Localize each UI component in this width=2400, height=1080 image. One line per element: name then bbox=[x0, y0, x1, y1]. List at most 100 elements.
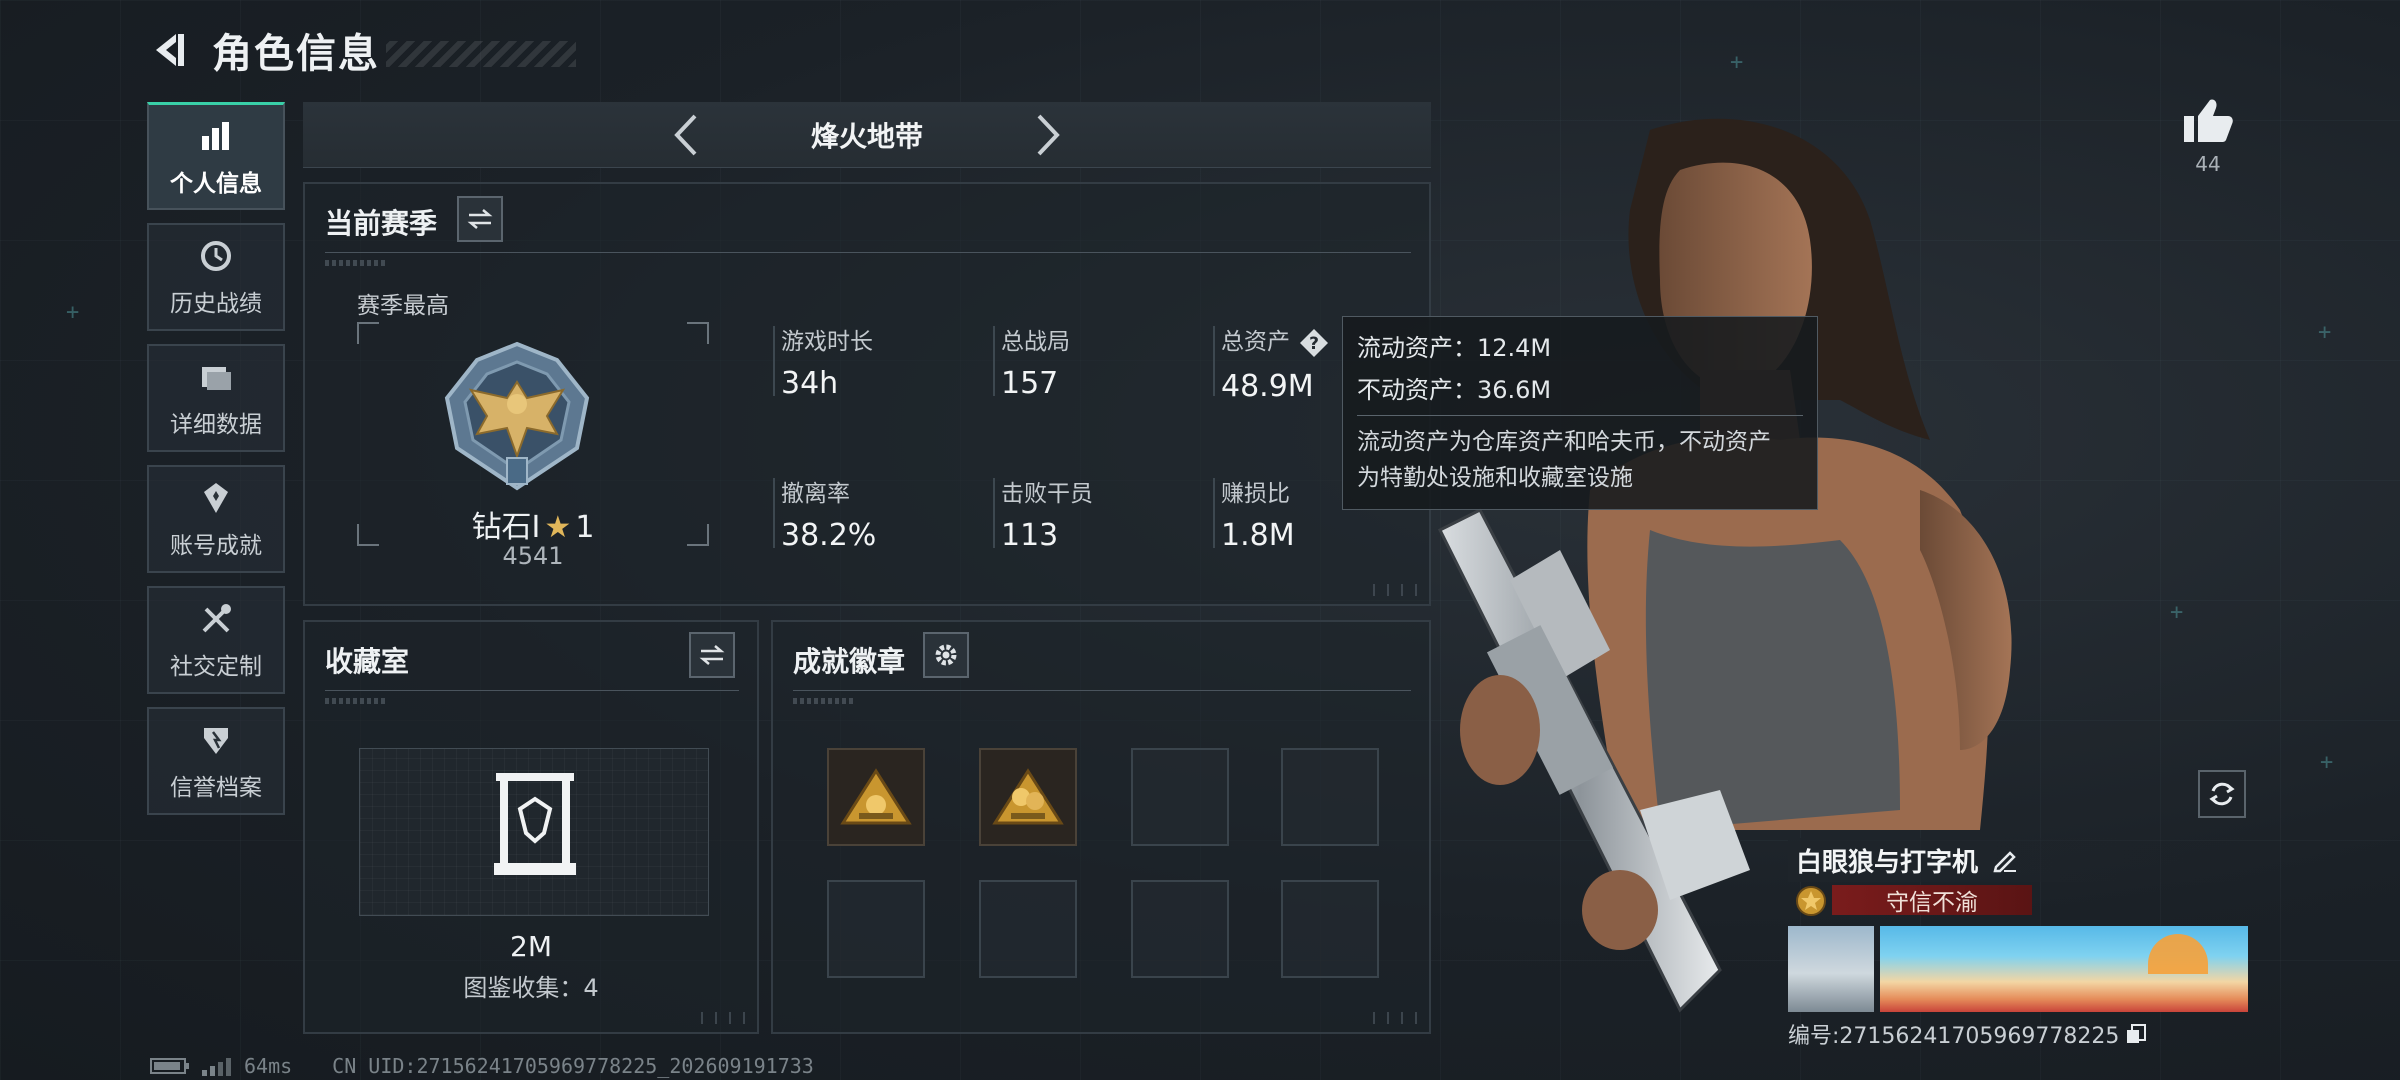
switch-collection-button[interactable] bbox=[689, 632, 735, 678]
nav-label: 历史战绩 bbox=[170, 291, 262, 317]
folder-icon bbox=[196, 357, 236, 397]
badge-slot-empty[interactable] bbox=[1281, 748, 1379, 846]
avatar[interactable] bbox=[1788, 926, 1874, 1012]
badge-slot-empty[interactable] bbox=[1131, 880, 1229, 978]
plus-decoration: + bbox=[2170, 600, 2184, 625]
stat-total-matches: 总战局 157 bbox=[993, 322, 1201, 401]
swap-icon bbox=[699, 645, 725, 665]
rank-name: 钻石Ⅰ ★ 1 bbox=[357, 502, 709, 546]
achievement-badges-panel: 成就徽章 bbox=[771, 620, 1431, 1034]
panel-title: 当前赛季 bbox=[325, 207, 438, 240]
nav-item-history[interactable]: 历史战绩 bbox=[147, 223, 285, 331]
refresh-icon bbox=[2209, 782, 2235, 806]
stat-operators-defeated: 击败干员 113 bbox=[993, 474, 1201, 553]
banner-decoration bbox=[2148, 934, 2208, 974]
page-title: 角色信息 bbox=[212, 31, 380, 77]
tools-icon bbox=[196, 599, 236, 639]
stat-value: 38.2% bbox=[781, 518, 877, 553]
profile-card-images bbox=[1788, 926, 2248, 1012]
title-stripe-decoration bbox=[386, 41, 576, 67]
nav-label: 社交定制 bbox=[170, 654, 262, 680]
player-card: 白眼狼与打字机 守信不渝 编号:2715624170596977822​5 bbox=[1788, 838, 2248, 1049]
corner-decoration bbox=[1369, 584, 1417, 596]
stat-label: 撤离率 bbox=[781, 481, 850, 507]
panel-title: 收藏室 bbox=[325, 645, 410, 678]
divider bbox=[793, 690, 1411, 691]
gear-icon bbox=[935, 644, 957, 666]
page-header: 角色信息 bbox=[146, 20, 576, 80]
plus-decoration: + bbox=[66, 300, 80, 325]
chevron-left-icon[interactable] bbox=[663, 110, 713, 160]
season-best-label: 赛季最高 bbox=[357, 293, 449, 319]
swap-icon bbox=[467, 209, 493, 229]
stat-label: 总战局 bbox=[1001, 329, 1070, 355]
uid-text: CN UID:2715624170596977822​5_20260919173… bbox=[332, 1054, 814, 1078]
badge-slot-empty[interactable] bbox=[1131, 748, 1229, 846]
refresh-button[interactable] bbox=[2198, 770, 2246, 818]
player-name: 白眼狼与打字机 bbox=[1796, 847, 1979, 878]
stat-label: 击败干员 bbox=[1001, 481, 1093, 507]
edit-icon[interactable] bbox=[1992, 847, 2018, 873]
collection-count: 图鉴收集：4 bbox=[463, 974, 599, 1002]
panel-title: 成就徽章 bbox=[793, 645, 906, 678]
gold-badge-icon bbox=[840, 768, 912, 825]
corner-decoration bbox=[1369, 1012, 1417, 1024]
stat-value: 1.8M bbox=[1221, 518, 1295, 553]
medal-icon bbox=[1796, 886, 1826, 916]
ping-text: 64ms bbox=[244, 1054, 293, 1078]
assets-tooltip: 流动资产：12.4M 不动资产：36.6M 流动资产为仓库资产和哈夫币，不动资产… bbox=[1342, 316, 1818, 510]
back-arrow-icon[interactable] bbox=[146, 28, 190, 72]
nav-item-achievements[interactable]: 账号成就 bbox=[147, 465, 285, 573]
player-id: 编号:2715624170596977822​5 bbox=[1788, 1024, 2120, 1049]
copy-icon[interactable] bbox=[2125, 1023, 2147, 1045]
rank-score: 4541 bbox=[502, 542, 564, 570]
divider bbox=[325, 690, 739, 691]
history-icon bbox=[196, 236, 236, 276]
help-icon[interactable]: ? bbox=[1298, 327, 1330, 359]
like-button[interactable]: 44 bbox=[2180, 96, 2236, 176]
plus-decoration: + bbox=[2318, 320, 2332, 345]
signal-icon bbox=[202, 1058, 231, 1076]
nav-item-reputation[interactable]: 信誉档案 bbox=[147, 707, 285, 815]
nav-item-social[interactable]: 社交定制 bbox=[147, 586, 285, 694]
player-name-row: 白眼狼与打字机 bbox=[1788, 838, 2248, 882]
thumbs-up-icon bbox=[2184, 99, 2233, 142]
nav-label: 账号成就 bbox=[170, 533, 262, 559]
nav-item-personal-info[interactable]: 个人信息 bbox=[147, 102, 285, 210]
badge-slot[interactable] bbox=[979, 748, 1077, 846]
svg-text:?: ? bbox=[1309, 334, 1319, 354]
nav-label: 信誉档案 bbox=[170, 775, 262, 801]
dots-decoration bbox=[325, 698, 385, 704]
stat-label: 游戏时长 bbox=[781, 329, 873, 355]
dots-decoration bbox=[325, 260, 385, 266]
rank-name-text: 钻石Ⅰ bbox=[471, 510, 541, 545]
player-id-row: 编号:2715624170596977822​5 bbox=[1788, 1018, 2248, 1050]
divider bbox=[325, 252, 1411, 253]
stat-extraction-rate: 撤离率 38.2% bbox=[773, 474, 981, 553]
collection-display[interactable] bbox=[359, 748, 709, 916]
switch-season-button[interactable] bbox=[457, 196, 503, 242]
collection-room-panel: 收藏室 2M 图鉴收集：4 bbox=[303, 620, 759, 1034]
badge-slot-empty[interactable] bbox=[827, 880, 925, 978]
player-title-tag[interactable]: 守信不渝 bbox=[1832, 885, 2032, 916]
badge-slot-empty[interactable] bbox=[1281, 880, 1379, 978]
player-title-row: 守信不渝 bbox=[1788, 882, 2248, 918]
achievement-icon bbox=[196, 478, 236, 518]
badge-slot[interactable] bbox=[827, 748, 925, 846]
like-count: 44 bbox=[2195, 152, 2221, 176]
divider bbox=[1357, 415, 1803, 416]
stat-value: 113 bbox=[1001, 518, 1059, 553]
nav-label: 详细数据 bbox=[170, 412, 262, 438]
collection-value: 2M bbox=[510, 930, 552, 963]
nav-item-detailed-data[interactable]: 详细数据 bbox=[147, 344, 285, 452]
badge-settings-button[interactable] bbox=[923, 632, 969, 678]
status-bar: 64ms CN UID:2715624170596977822​5_202609… bbox=[150, 1054, 814, 1078]
badge-slot-empty[interactable] bbox=[979, 880, 1077, 978]
battery-icon bbox=[150, 1058, 189, 1074]
stat-play-time: 游戏时长 34h bbox=[773, 322, 981, 401]
chevron-right-icon[interactable] bbox=[1021, 110, 1071, 160]
liquid-assets: 流动资产：12.4M bbox=[1357, 334, 1552, 362]
nav-label: 个人信息 bbox=[170, 170, 262, 197]
profile-banner[interactable] bbox=[1880, 926, 2248, 1012]
current-season-panel: 当前赛季 赛季最高 钻石Ⅰ ★ 1 4541 游戏时长 34h 总战局 157 总资… bbox=[303, 182, 1431, 606]
